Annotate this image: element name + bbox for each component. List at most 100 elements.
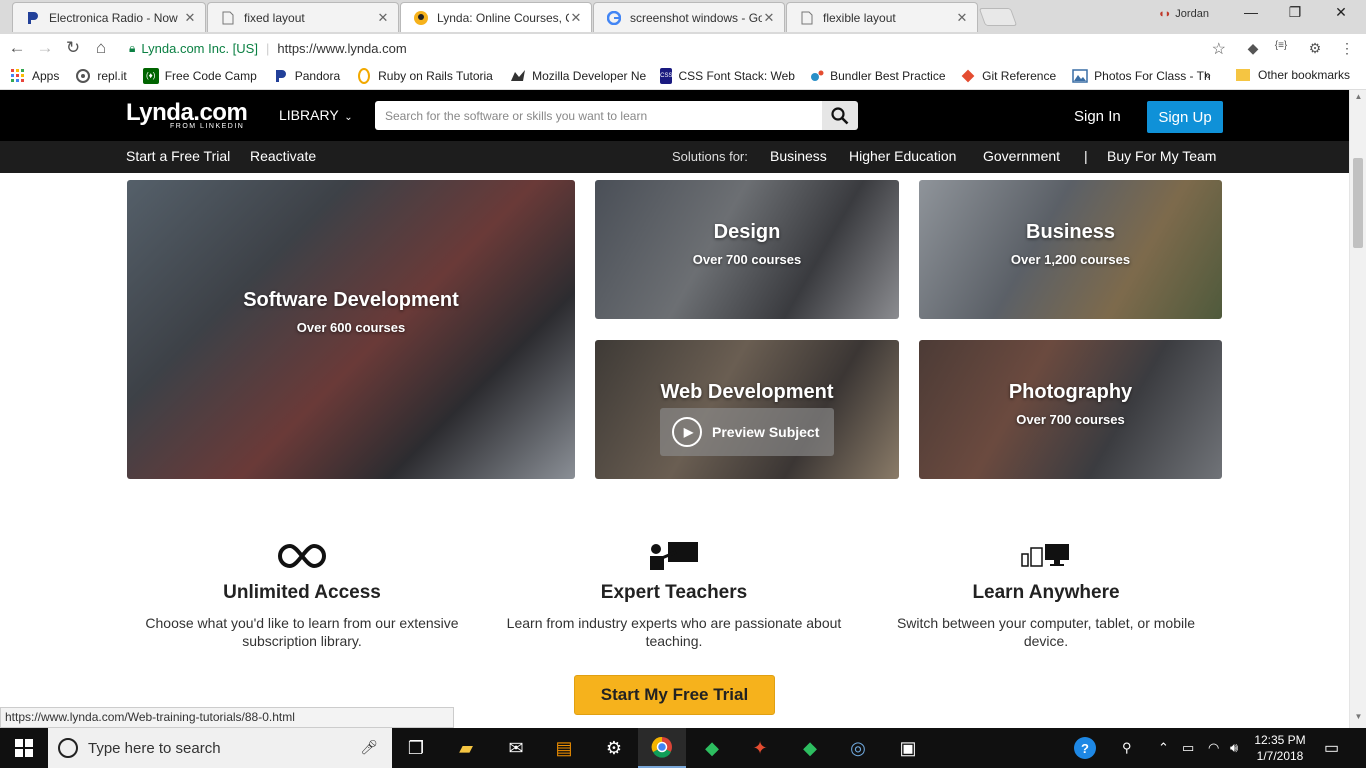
windows-logo-icon <box>15 739 33 757</box>
evernote-icon[interactable]: ◆ <box>688 728 736 768</box>
close-icon[interactable]: ✕ <box>183 10 197 26</box>
close-icon[interactable]: ✕ <box>762 10 776 26</box>
bookmark-apps[interactable]: Apps <box>0 68 67 84</box>
window-close-icon[interactable]: ✕ <box>1326 4 1356 21</box>
tile-web-development[interactable]: Web Development ▶ Preview Subject <box>595 340 899 479</box>
tile-business[interactable]: Business Over 1,200 courses <box>919 180 1222 319</box>
settings-extension-icon[interactable]: ⚙ <box>1306 40 1324 58</box>
bookmark-pandora[interactable]: Pandora <box>265 68 348 84</box>
mail-icon[interactable]: ✉ <box>492 728 540 768</box>
microphone-icon[interactable]: 🎤︎ <box>360 739 378 756</box>
close-icon[interactable]: ✕ <box>569 10 583 26</box>
search-button[interactable] <box>822 101 858 130</box>
action-center-icon[interactable]: ▭ <box>1324 728 1339 768</box>
solutions-higher-ed-link[interactable]: Higher Education <box>849 148 956 164</box>
tab-title: Lynda: Online Courses, C <box>437 10 569 25</box>
solutions-government-link[interactable]: Government <box>983 148 1060 164</box>
tile-course-count: Over 700 courses <box>692 252 802 267</box>
back-arrow-icon[interactable]: ← <box>6 38 28 58</box>
vpn-icon[interactable]: ◎ <box>834 728 882 768</box>
menu-icon[interactable]: ⋮ <box>1338 40 1356 58</box>
bookmark-cssfontstack[interactable]: CSS CSS Font Stack: Web <box>652 67 802 84</box>
tile-design[interactable]: Design Over 700 courses <box>595 180 899 319</box>
tab-flexible-layout[interactable]: flexible layout ✕ <box>786 2 978 32</box>
lynda-logo[interactable]: Lynda.com FROM LINKEDIN <box>126 99 248 130</box>
reactivate-link[interactable]: Reactivate <box>250 148 316 164</box>
more-bookmarks-chevron[interactable]: » <box>1204 68 1211 82</box>
scroll-up-arrow-icon[interactable]: ▲ <box>1350 92 1366 106</box>
bookmark-star-icon[interactable]: ☆ <box>1212 39 1226 59</box>
wifi-icon[interactable]: ◠ <box>1208 728 1219 768</box>
bookmark-bundler[interactable]: Bundler Best Practice <box>802 68 952 84</box>
tile-photography[interactable]: Photography Over 700 courses <box>919 340 1222 479</box>
new-tab-button[interactable] <box>978 8 1018 26</box>
start-free-trial-button[interactable]: Start My Free Trial <box>574 675 775 715</box>
feature-title: Learn Anywhere <box>972 582 1120 603</box>
cortana-icon <box>58 738 78 758</box>
bookmark-mozilla[interactable]: Mozilla Developer Ne <box>502 68 652 84</box>
git-icon <box>960 68 976 84</box>
bookmark-rails[interactable]: Ruby on Rails Tutoria <box>348 67 502 84</box>
show-hidden-icons-chevron[interactable]: ⌃ <box>1158 728 1169 768</box>
tab-fixed-layout[interactable]: fixed layout ✕ <box>207 2 399 32</box>
sign-in-link[interactable]: Sign In <box>1074 108 1121 125</box>
profile-button[interactable]: ◖◗ Jordan <box>1158 8 1209 20</box>
chrome-icon[interactable] <box>638 728 686 768</box>
sublime-text-icon[interactable]: ▤ <box>540 728 588 768</box>
tile-title: Software Development <box>243 289 459 311</box>
forward-arrow-icon[interactable]: → <box>34 38 56 58</box>
nav-divider: | <box>1084 148 1088 164</box>
other-bookmarks[interactable]: Other bookmarks <box>1236 68 1350 82</box>
start-button[interactable] <box>0 728 48 768</box>
address-bar[interactable]: 🔒︎ Lynda.com Inc. [US] | https://www.lyn… <box>120 36 1235 60</box>
teacher-icon <box>494 538 854 574</box>
solutions-business-link[interactable]: Business <box>770 148 827 164</box>
bookmark-photos[interactable]: Photos For Class - Th <box>1064 68 1214 84</box>
close-icon[interactable]: ✕ <box>955 10 969 26</box>
close-icon[interactable]: ✕ <box>376 10 390 26</box>
scroll-thumb[interactable] <box>1353 158 1363 248</box>
json-extension-icon[interactable]: {≡} <box>1272 40 1290 58</box>
preview-subject-button[interactable]: ▶ Preview Subject <box>660 408 834 456</box>
bookmarks-bar: Apps repl.it (♦) Free Code Camp Pandora … <box>0 62 1366 90</box>
free-trial-link[interactable]: Start a Free Trial <box>126 148 230 164</box>
page-scrollbar[interactable]: ▲ ▼ <box>1349 90 1366 728</box>
gitkraken-icon[interactable]: ✦ <box>736 728 784 768</box>
minimize-icon[interactable]: — <box>1236 4 1266 20</box>
scroll-down-arrow-icon[interactable]: ▼ <box>1350 712 1366 726</box>
bundler-icon <box>810 68 824 84</box>
buy-for-team-link[interactable]: Buy For My Team <box>1107 148 1216 164</box>
app-icon[interactable]: ▣ <box>884 728 932 768</box>
help-icon[interactable]: ? <box>1074 728 1096 768</box>
people-icon[interactable]: ⚲ <box>1122 728 1132 768</box>
library-dropdown[interactable]: LIBRARY ⌄ <box>279 107 353 123</box>
taskbar-search-input[interactable]: Type here to search 🎤︎ <box>48 728 392 768</box>
settings-gear-icon[interactable]: ⚙ <box>590 728 638 768</box>
bookmark-label: Free Code Camp <box>164 68 257 83</box>
home-icon[interactable]: ⌂ <box>90 38 112 58</box>
battery-icon[interactable]: ▭ <box>1182 728 1194 768</box>
profile-name: Jordan <box>1175 8 1209 20</box>
taskbar-clock[interactable]: 12:35 PM 1/7/2018 <box>1250 732 1310 764</box>
bookmark-label: Apps <box>32 68 60 83</box>
bookmark-freecodecamp[interactable]: (♦) Free Code Camp <box>135 67 265 84</box>
sign-up-button[interactable]: Sign Up <box>1147 101 1223 133</box>
task-view-icon[interactable]: ❐ <box>392 728 440 768</box>
tab-electronica-radio[interactable]: Electronica Radio - Now ✕ <box>12 2 206 32</box>
reload-icon[interactable]: ↻ <box>62 38 84 58</box>
bookmark-label: repl.it <box>97 68 127 83</box>
browser-tabstrip: Electronica Radio - Now ✕ fixed layout ✕… <box>0 0 1366 34</box>
search-input[interactable]: Search for the software or skills you wa… <box>375 101 822 130</box>
extension-icon[interactable]: ◆ <box>1244 40 1262 58</box>
file-explorer-icon[interactable]: ▰ <box>442 728 490 768</box>
preview-label: Preview Subject <box>712 424 820 440</box>
bookmark-git[interactable]: Git Reference <box>952 68 1064 84</box>
tab-screenshot-windows[interactable]: screenshot windows - Go ✕ <box>593 2 785 32</box>
tile-software-development[interactable]: Software Development Over 600 courses <box>127 180 575 479</box>
bookmark-replit[interactable]: repl.it <box>67 68 134 84</box>
tab-lynda[interactable]: Lynda: Online Courses, C ✕ <box>400 2 592 32</box>
restore-icon[interactable]: ❐ <box>1280 4 1310 21</box>
evernote-alt-icon[interactable]: ◆ <box>786 728 834 768</box>
feature-title: Unlimited Access <box>223 582 381 603</box>
volume-icon[interactable]: 🔊︎ <box>1230 728 1238 768</box>
